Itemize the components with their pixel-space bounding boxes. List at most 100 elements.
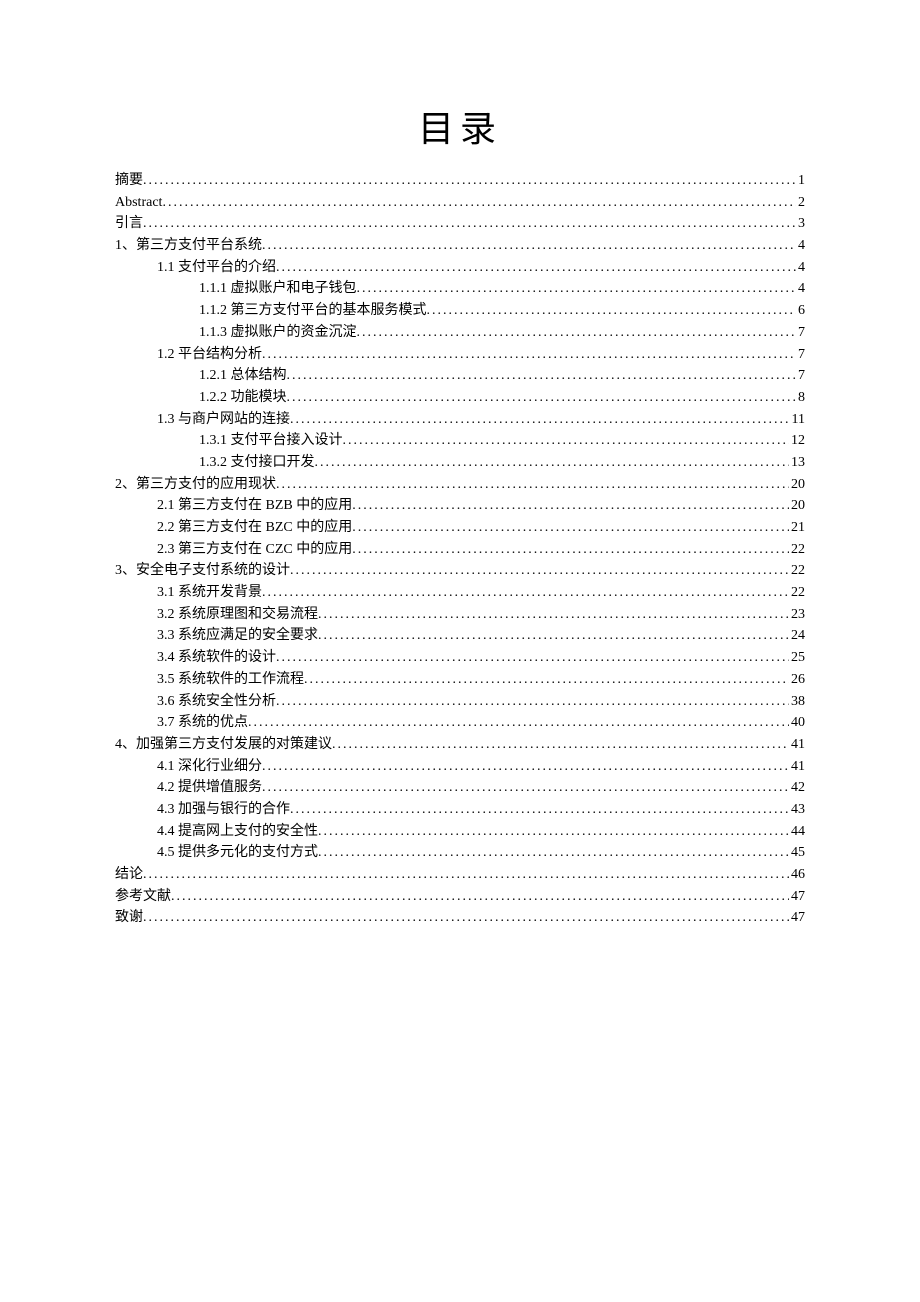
toc-entry-label: 3.3 系统应满足的安全要求 [157,625,318,647]
toc-entry: 3.1 系统开发背景 22 [115,582,805,604]
toc-leader-dots [318,625,789,647]
toc-entry-page: 44 [789,821,805,843]
toc-entry-label: 4.1 深化行业细分 [157,756,262,778]
toc-leader-dots [262,777,789,799]
toc-entry-page: 45 [789,842,805,864]
toc-entry-page: 13 [789,452,805,474]
toc-entry-label: 4、加强第三方支付发展的对策建议 [115,734,332,756]
toc-entry-page: 22 [789,582,805,604]
toc-leader-dots [304,669,789,691]
toc-entry-label: 4.4 提高网上支付的安全性 [157,821,318,843]
toc-entry: Abstract2 [115,192,805,214]
toc-entry-label: 结论 [115,864,143,886]
toc-entry-label: 1.2.1 总体结构 [199,365,287,387]
toc-leader-dots [276,647,789,669]
toc-entry: 摘要1 [115,170,805,192]
toc-entry-label: 3.7 系统的优点 [157,712,248,734]
toc-entry: 3.3 系统应满足的安全要求24 [115,625,805,647]
toc-entry-page: 47 [789,907,805,929]
toc-entry: 1.1 支付平台的介绍 4 [115,257,805,279]
toc-entry-label: 引言 [115,213,143,235]
toc-entry-label: 摘要 [115,170,143,192]
toc-entry-page: 22 [789,539,805,561]
toc-entry-label: 1.1.2 第三方支付平台的基本服务模式 [199,300,427,322]
toc-entry-page: 6 [796,300,805,322]
toc-entry-label: 2.3 第三方支付在 CZC 中的应用 [157,539,352,561]
toc-entry: 1.1.3 虚拟账户的资金沉淀7 [115,322,805,344]
toc-entry-page: 43 [789,799,805,821]
toc-leader-dots [248,712,789,734]
toc-leader-dots [143,213,796,235]
toc-leader-dots [143,864,789,886]
toc-entry-page: 25 [789,647,805,669]
toc-entry: 3.2 系统原理图和交易流程23 [115,604,805,626]
toc-leader-dots [276,474,789,496]
toc-entry-page: 23 [789,604,805,626]
toc-entry-page: 22 [789,560,805,582]
toc-entry: 3、安全电子支付系统的设计 22 [115,560,805,582]
toc-entry: 参考文献 47 [115,886,805,908]
toc-leader-dots [290,799,789,821]
toc-entry-page: 40 [789,712,805,734]
toc-entry-page: 41 [789,756,805,778]
toc-entry: 结论46 [115,864,805,886]
toc-entry-label: 4.2 提供增值服务 [157,777,262,799]
toc-entry-page: 7 [796,322,805,344]
toc-entry: 3.7 系统的优点 40 [115,712,805,734]
toc-entry: 4、加强第三方支付发展的对策建议41 [115,734,805,756]
toc-leader-dots [332,734,789,756]
toc-entry-page: 4 [796,278,805,300]
toc-leader-dots [318,821,789,843]
toc-leader-dots [287,365,797,387]
toc-entry-page: 3 [796,213,805,235]
toc-entry-label: 3.4 系统软件的设计 [157,647,276,669]
toc-entry-page: 38 [789,691,805,713]
toc-leader-dots [318,842,789,864]
toc-leader-dots [276,691,789,713]
toc-leader-dots [262,344,796,366]
toc-entry: 引言 3 [115,213,805,235]
toc-entry-page: 2 [796,192,805,214]
toc-entry-label: 4.3 加强与银行的合作 [157,799,290,821]
toc-entry-label: 2、第三方支付的应用现状 [115,474,276,496]
toc-entry: 2.3 第三方支付在 CZC 中的应用 22 [115,539,805,561]
toc-entry-page: 7 [796,365,805,387]
toc-entry-page: 20 [789,495,805,517]
toc-entry-label: 3、安全电子支付系统的设计 [115,560,290,582]
toc-entry-label: 1.2.2 功能模块 [199,387,287,409]
toc-entry-page: 4 [796,257,805,279]
toc-leader-dots [290,409,790,431]
toc-entry-label: 2.1 第三方支付在 BZB 中的应用 [157,495,352,517]
toc-leader-dots [287,387,797,409]
toc-leader-dots [143,170,796,192]
toc-entry: 致谢47 [115,907,805,929]
toc-entry: 4.1 深化行业细分 41 [115,756,805,778]
toc-entry: 1.3 与商户网站的连接11 [115,409,805,431]
toc-leader-dots [343,430,790,452]
toc-entry: 4.4 提高网上支付的安全性 44 [115,821,805,843]
toc-leader-dots [357,278,797,300]
toc-entry: 4.5 提供多元化的支付方式45 [115,842,805,864]
toc-entry: 1.2.2 功能模块8 [115,387,805,409]
toc-entry: 1.1.2 第三方支付平台的基本服务模式 6 [115,300,805,322]
toc-entry-page: 21 [789,517,805,539]
toc-entry: 4.2 提供增值服务42 [115,777,805,799]
toc-leader-dots [352,517,789,539]
toc-entry: 4.3 加强与银行的合作 43 [115,799,805,821]
toc-entry-page: 7 [796,344,805,366]
toc-entry: 3.5 系统软件的工作流程26 [115,669,805,691]
toc-entry-label: 1.1.1 虚拟账户和电子钱包 [199,278,357,300]
toc-leader-dots [162,192,796,214]
toc-entry-label: 1.3.2 支付接口开发 [199,452,315,474]
toc-entry-page: 47 [789,886,805,908]
toc-leader-dots [318,604,789,626]
toc-leader-dots [171,886,789,908]
toc-leader-dots [315,452,790,474]
toc-entry: 2.1 第三方支付在 BZB 中的应用 20 [115,495,805,517]
toc-entry-label: 1.1 支付平台的介绍 [157,257,276,279]
toc-leader-dots [357,322,797,344]
toc-entry-label: 3.1 系统开发背景 [157,582,262,604]
toc-entry-label: 参考文献 [115,886,171,908]
page-title: 目录 [115,100,805,152]
toc-leader-dots [262,235,796,257]
